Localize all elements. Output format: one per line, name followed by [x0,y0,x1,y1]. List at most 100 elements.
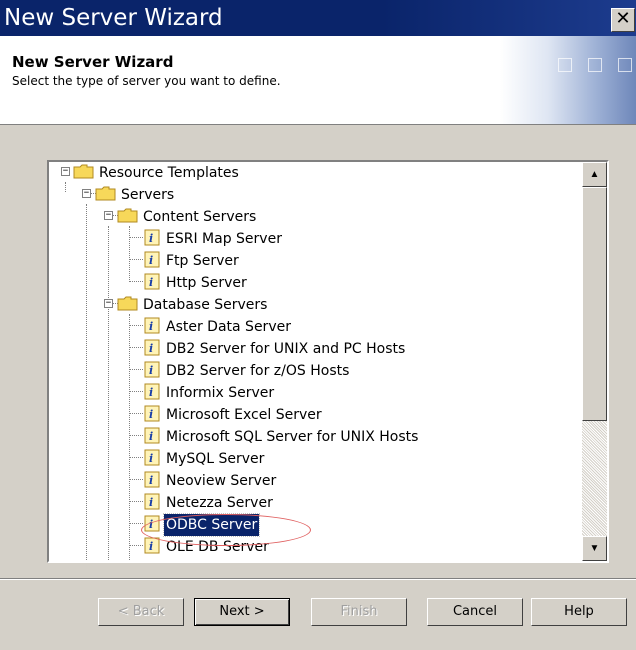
tree-node-microsoft-sql-server[interactable]: i Microsoft SQL Server for UNIX Hosts [144,426,420,448]
tree-node-http-server[interactable]: i Http Server [144,272,249,294]
folder-icon [117,296,138,311]
svg-text:i: i [149,232,153,245]
collapse-toggle[interactable]: − [82,189,91,198]
svg-text:i: i [149,254,153,267]
scroll-up-button[interactable]: ▲ [582,162,607,187]
tree-node-netezza-server[interactable]: i Netezza Server [144,492,275,514]
tree-node-label: DB2 Server for z/OS Hosts [166,363,350,379]
server-template-icon: i [144,229,160,246]
tree-node-label: MySQL Server [166,451,265,467]
tree-connector [129,369,143,370]
tree-connector [129,226,130,280]
tree-node-label: Http Server [166,275,247,291]
cancel-button[interactable]: Cancel [427,598,523,626]
svg-text:i: i [149,364,153,377]
tree-node-db2-zos[interactable]: i DB2 Server for z/OS Hosts [144,360,351,382]
folder-icon [117,208,138,223]
header-title: New Server Wizard [12,53,174,71]
close-button[interactable]: ✕ [611,8,635,32]
tree-node-label: Netezza Server [166,495,273,511]
scrollbar-thumb[interactable] [582,187,607,421]
tree-connector [129,435,143,436]
server-template-icon: i [144,251,160,268]
collapse-toggle[interactable]: − [61,167,70,176]
finish-button[interactable]: Finish [311,598,407,626]
tree-node-servers[interactable]: Servers [95,184,176,206]
tree-node-label: Neoview Server [166,473,277,489]
server-template-icon: i [144,427,160,444]
server-template-icon: i [144,339,160,356]
folder-icon [73,164,94,179]
tree-node-label: Informix Server [166,385,275,401]
tree-connector [129,479,143,480]
close-icon: ✕ [615,8,631,29]
tree-node-label: Microsoft SQL Server for UNIX Hosts [166,429,419,445]
tree-connector [129,325,143,326]
tree-connector [129,545,143,546]
tree-node-informix-server[interactable]: i Informix Server [144,382,276,404]
tree-connector [129,347,143,348]
server-template-icon: i [144,383,160,400]
server-template-icon: i [144,449,160,466]
header-subtitle: Select the type of server you want to de… [12,74,281,88]
tree-node-microsoft-excel-server[interactable]: i Microsoft Excel Server [144,404,324,426]
tree-connector [129,457,143,458]
highlight-circle-annotation [141,514,311,546]
tree-node-label: Database Servers [143,297,268,313]
tree-connector [129,314,130,561]
new-server-wizard-window: New Server Wizard ✕ New Server Wizard Se… [0,0,636,650]
tree-node-esri-map-server[interactable]: i ESRI Map Server [144,228,284,250]
tree-node-aster-data-server[interactable]: i Aster Data Server [144,316,293,338]
tree-node-label: DB2 Server for UNIX and PC Hosts [166,341,406,357]
back-button[interactable]: < Back [98,598,184,626]
tree-node-database-servers[interactable]: Database Servers [117,294,269,316]
tree-node-ftp-server[interactable]: i Ftp Server [144,250,241,272]
server-template-icon: i [144,471,160,488]
title-bar[interactable]: New Server Wizard ✕ [0,0,636,36]
banner-square-icon [558,58,572,72]
button-area-separator [0,578,636,580]
tree-connector [129,391,143,392]
tree-connector [129,501,143,502]
tree-node-db2-unix-pc[interactable]: i DB2 Server for UNIX and PC Hosts [144,338,407,360]
svg-text:i: i [149,386,153,399]
tree-node-content-servers[interactable]: Content Servers [117,206,258,228]
wizard-header: New Server Wizard Select the type of ser… [0,36,636,125]
scroll-down-button[interactable]: ▼ [582,536,607,561]
banner-square-icon [588,58,602,72]
collapse-toggle[interactable]: − [104,211,113,220]
next-button[interactable]: Next > [194,598,290,626]
tree-connector [129,237,143,238]
tree-node-label: Servers [121,187,175,203]
collapse-toggle[interactable]: − [104,299,113,308]
server-type-tree[interactable]: − Resource Templates − Servers − Content… [47,160,609,563]
tree-node-neoview-server[interactable]: i Neoview Server [144,470,278,492]
svg-text:i: i [149,430,153,443]
server-template-icon: i [144,317,160,334]
server-template-icon: i [144,405,160,422]
svg-text:i: i [149,408,153,421]
folder-icon [95,186,116,201]
svg-text:i: i [149,320,153,333]
banner-square-icon [618,58,632,72]
tree-node-resource-templates[interactable]: Resource Templates [73,162,241,184]
svg-text:i: i [149,474,153,487]
tree-connector [129,523,143,524]
tree-connector [129,281,143,282]
arrow-up-icon: ▲ [589,169,600,180]
svg-text:i: i [149,342,153,355]
tree-node-label: Aster Data Server [166,319,291,335]
tree-connector [65,182,66,192]
vertical-scrollbar[interactable]: ▲ ▼ [582,162,607,561]
arrow-down-icon: ▼ [589,543,600,554]
tree-node-label: ESRI Map Server [166,231,282,247]
header-banner-graphic [500,36,636,124]
help-button[interactable]: Help [531,598,627,626]
tree-connector [129,413,143,414]
tree-node-label: Content Servers [143,209,257,225]
tree-node-mysql-server[interactable]: i MySQL Server [144,448,266,470]
tree-node-label: Ftp Server [166,253,239,269]
window-title: New Server Wizard [4,5,223,31]
server-template-icon: i [144,273,160,290]
server-template-icon: i [144,361,160,378]
